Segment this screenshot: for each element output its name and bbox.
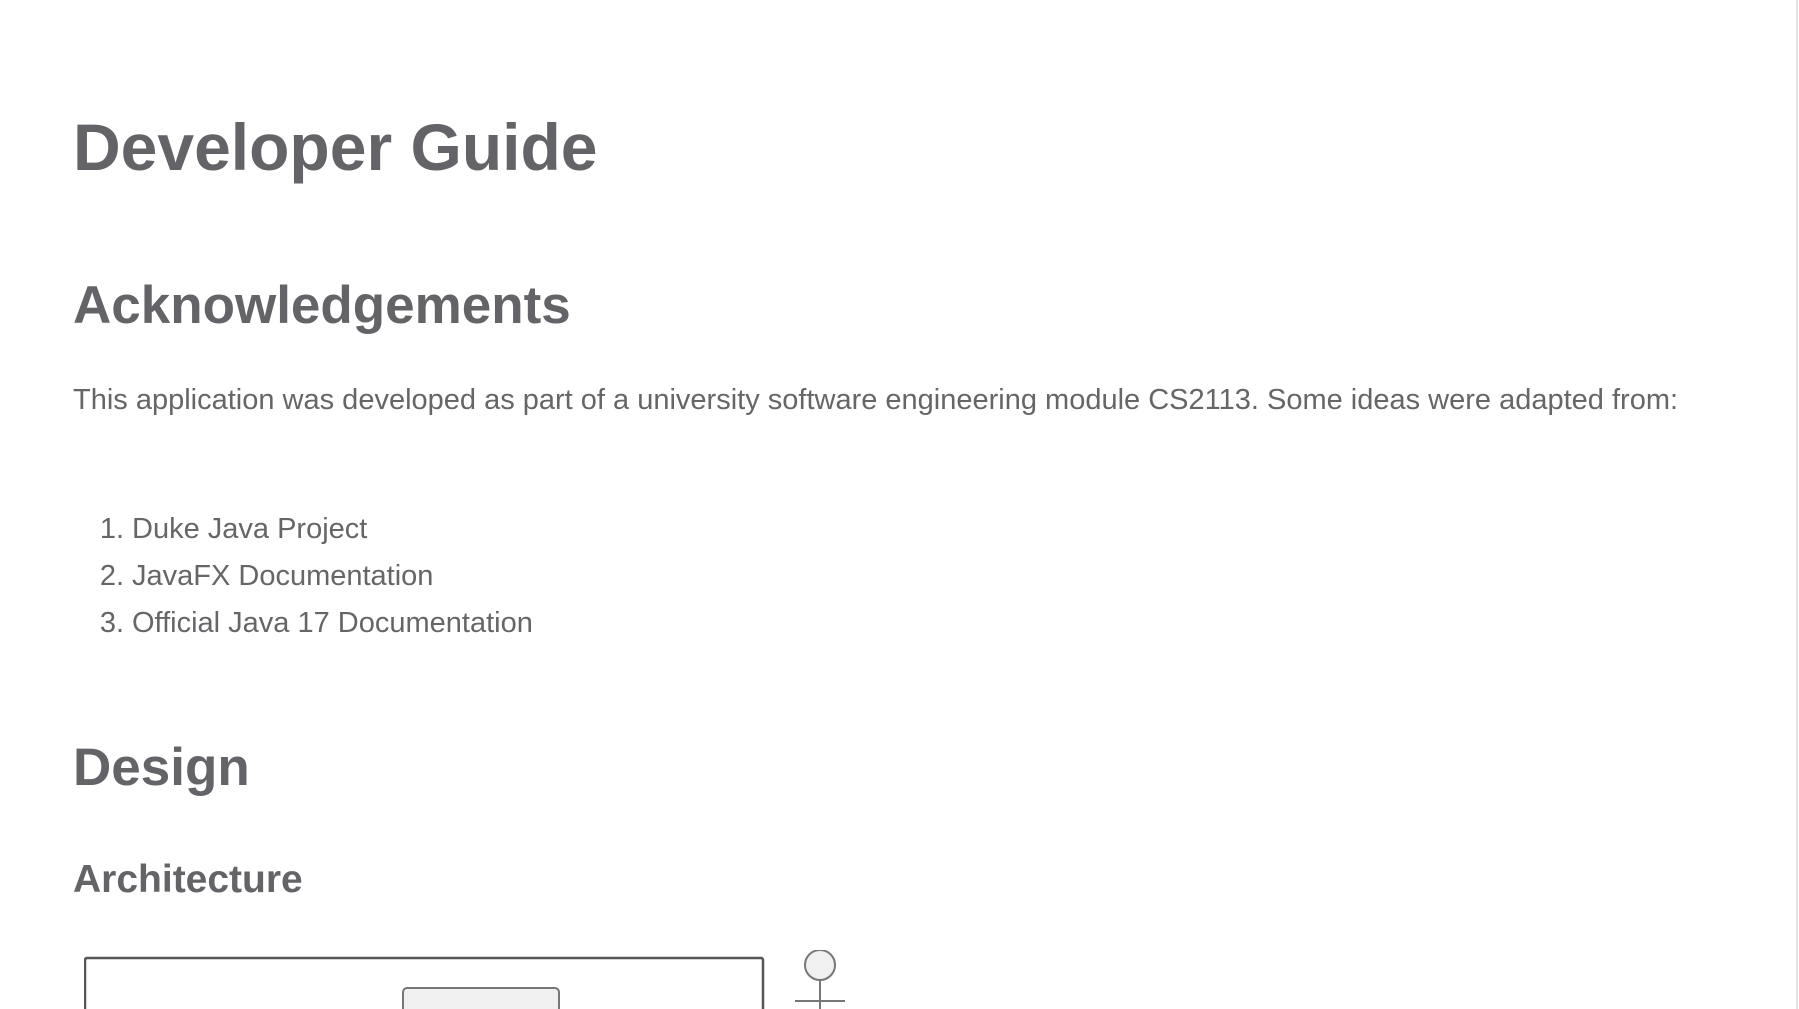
- design-heading: Design: [73, 738, 250, 797]
- acknowledgements-heading: Acknowledgements: [73, 276, 571, 335]
- list-item: 1. Duke Java Project: [73, 506, 533, 553]
- architecture-diagram: [84, 950, 864, 1009]
- list-item-text: Duke Java Project: [132, 513, 368, 545]
- list-item: 2. JavaFX Documentation: [73, 553, 533, 600]
- list-item-text: Official Java 17 Documentation: [132, 607, 533, 639]
- list-item-text: JavaFX Documentation: [132, 560, 434, 592]
- acknowledgements-list: 1. Duke Java Project 2. JavaFX Documenta…: [73, 506, 533, 647]
- diagram-component-box: [402, 987, 560, 1009]
- architecture-diagram-svg: [84, 950, 845, 1009]
- scrollbar-track[interactable]: [1796, 0, 1798, 1009]
- list-item-number: 1.: [99, 513, 124, 545]
- page-title: Developer Guide: [73, 110, 598, 184]
- list-item-number: 3.: [99, 607, 124, 639]
- list-item: 3. Official Java 17 Documentation: [73, 600, 533, 647]
- acknowledgements-paragraph: This application was developed as part o…: [73, 384, 1679, 416]
- diagram-actor-icon: [804, 950, 836, 981]
- page: Developer Guide Acknowledgements This ap…: [0, 0, 1799, 1009]
- list-item-number: 2.: [99, 560, 124, 592]
- architecture-heading: Architecture: [73, 858, 303, 901]
